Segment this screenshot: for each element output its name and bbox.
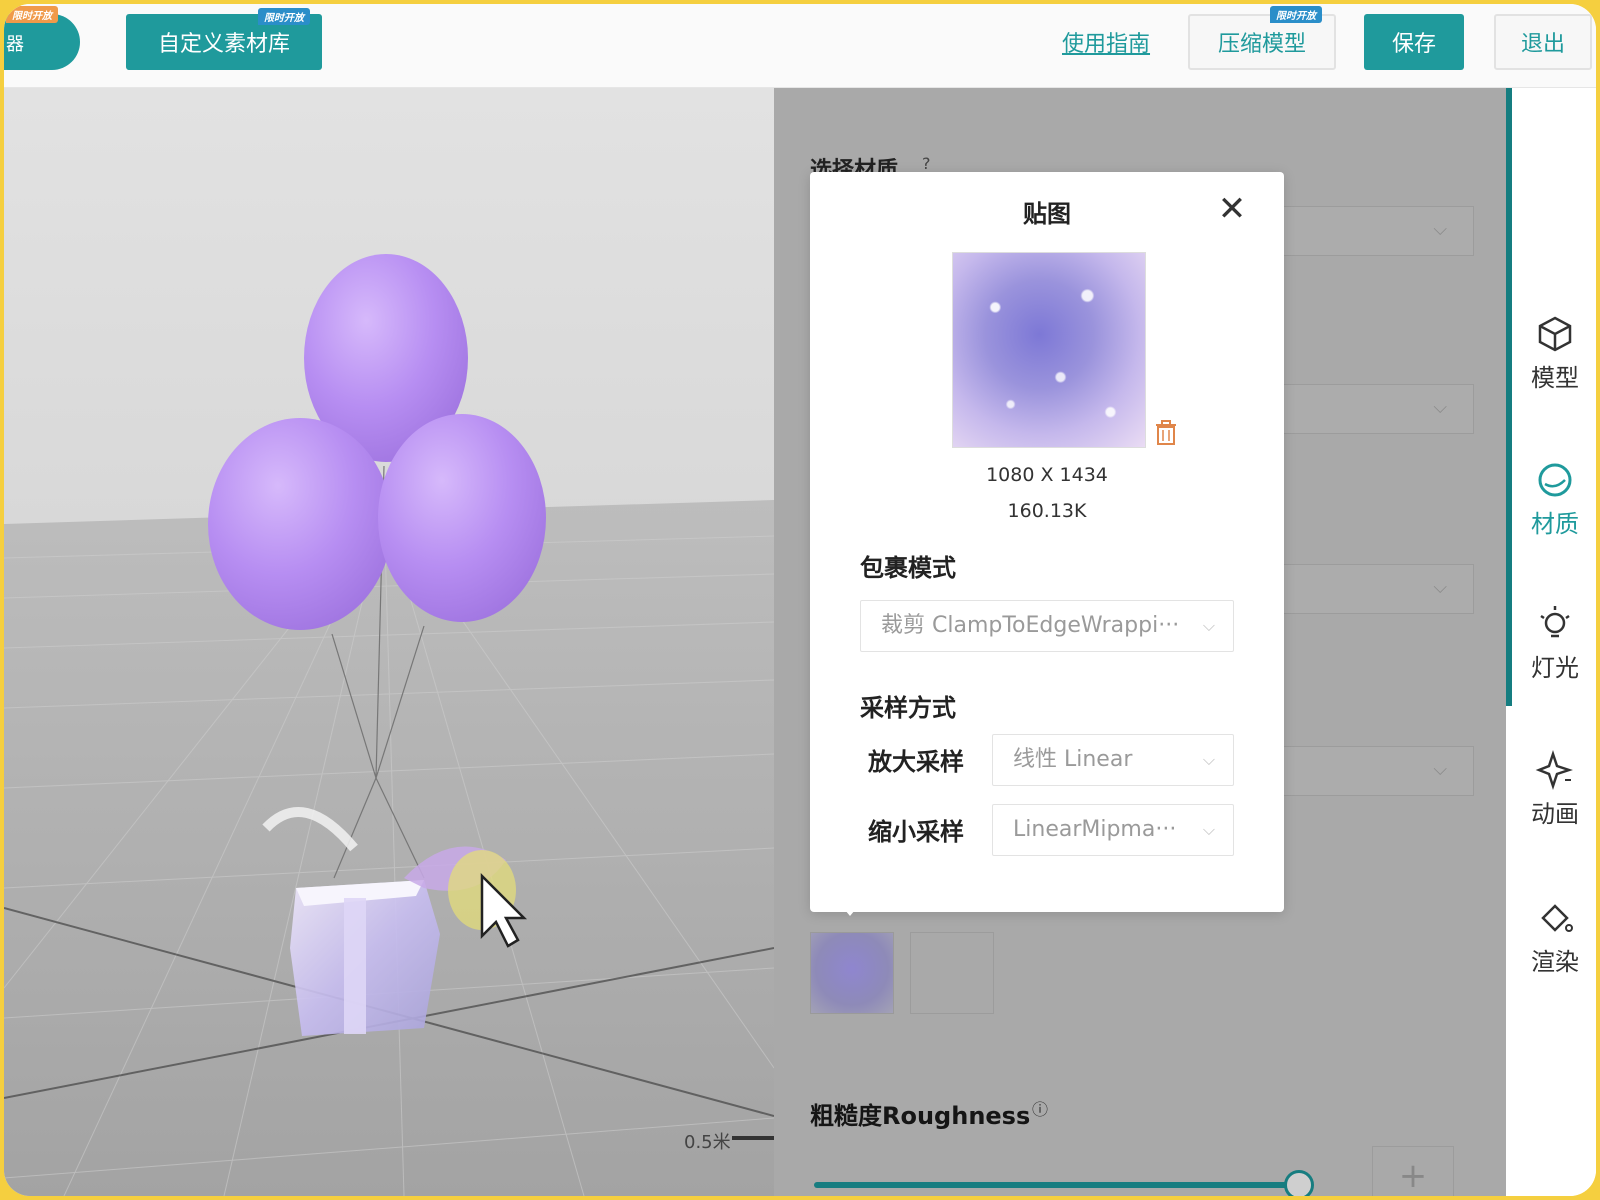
compress-model-label: 压缩模型 <box>1217 32 1306 57</box>
3d-viewport[interactable]: 0.5米 <box>4 88 774 1196</box>
balloon-right <box>378 414 546 622</box>
texture-preview-image <box>952 252 1146 448</box>
custom-library-label: 自定义素材库 <box>157 32 290 57</box>
top-bar: 器 限时开放 自定义素材库 限时开放 使用指南 压缩模型 限时开放 保存 退出 <box>4 4 1596 88</box>
bulb-icon <box>1540 606 1570 638</box>
save-button[interactable]: 保存 <box>1364 14 1464 70</box>
sidebar-item-label: 材质 <box>1531 510 1579 538</box>
sparkle-icon <box>1535 750 1573 790</box>
chevron-down-icon: ⌵ <box>1202 750 1215 769</box>
modal-title: 贴图 <box>1023 200 1071 228</box>
modal-pointer <box>840 904 860 916</box>
sidebar-item-label: 灯光 <box>1531 654 1579 682</box>
app-frame: 器 限时开放 自定义素材库 限时开放 使用指南 压缩模型 限时开放 保存 退出 <box>4 4 1596 1196</box>
close-icon[interactable]: ✕ <box>1216 192 1248 226</box>
texture-file-size: 160.13K <box>1007 500 1087 522</box>
min-filter-select[interactable]: LinearMipma··· ⌵ <box>992 804 1234 856</box>
roughness-slider-thumb[interactable] <box>1284 1170 1314 1196</box>
roughness-slider-track[interactable] <box>814 1182 1299 1188</box>
texture-modal: 贴图 ✕ 1080 X 1434 160.13K 包裹模式 裁剪 ClampTo… <box>810 172 1284 912</box>
property-select-2[interactable] <box>1274 384 1474 434</box>
add-value-button[interactable]: + <box>1372 1146 1454 1196</box>
mag-filter-select[interactable]: 线性 Linear ⌵ <box>992 734 1234 786</box>
texture-dimensions: 1080 X 1434 <box>986 464 1108 486</box>
trash-icon[interactable] <box>1154 420 1178 446</box>
roughness-help-icon[interactable]: ⓘ <box>1032 1096 1048 1120</box>
help-icon[interactable]: ? <box>922 154 931 173</box>
min-filter-value: LinearMipma··· <box>1013 817 1177 842</box>
sidebar-item-animation[interactable]: 动画 <box>1520 750 1590 829</box>
guide-link[interactable]: 使用指南 <box>1062 26 1150 58</box>
chevron-down-icon: ⌵ <box>1202 616 1215 635</box>
mag-filter-label: 放大采样 <box>868 748 964 776</box>
chevron-down-icon: ⌵ <box>1202 820 1215 839</box>
wrap-mode-select[interactable]: 裁剪 ClampToEdgeWrappi··· ⌵ <box>860 600 1234 652</box>
sidebar-item-material[interactable]: 材质 <box>1520 460 1590 539</box>
mag-filter-value: 线性 Linear <box>1013 747 1133 772</box>
cube-icon <box>1538 316 1572 352</box>
wrap-mode-label: 包裹模式 <box>860 554 956 582</box>
exit-button[interactable]: 退出 <box>1494 14 1592 70</box>
scene-canvas[interactable] <box>4 88 774 1196</box>
sidebar-item-model[interactable]: 模型 <box>1520 314 1590 393</box>
limited-tag: 限时开放 <box>6 6 58 23</box>
custom-library-tag: 限时开放 <box>258 8 310 25</box>
paint-bucket-icon <box>1541 904 1573 932</box>
sidebar-item-label: 动画 <box>1531 800 1579 828</box>
sampling-label: 采样方式 <box>860 694 956 722</box>
sidebar-item-render[interactable]: 渲染 <box>1520 898 1590 977</box>
empty-texture-slot[interactable] <box>910 932 994 1014</box>
material-icon <box>1538 463 1572 497</box>
min-filter-label: 缩小采样 <box>868 818 964 846</box>
roughness-label: 粗糙度Roughness <box>810 1102 1031 1130</box>
property-select-3[interactable] <box>1274 564 1474 614</box>
scale-label: 0.5米 <box>684 1132 731 1153</box>
texture-thumbnail[interactable] <box>810 932 894 1014</box>
wrap-mode-value: 裁剪 ClampToEdgeWrappi··· <box>881 613 1180 638</box>
left-menu-label: 器 <box>6 34 24 55</box>
exit-label: 退出 <box>1520 32 1565 57</box>
save-label: 保存 <box>1391 32 1436 57</box>
property-select-4[interactable] <box>1274 746 1474 796</box>
sidebar-item-label: 渲染 <box>1531 948 1579 976</box>
compress-tag: 限时开放 <box>1270 6 1322 23</box>
ground-plane <box>4 500 774 1196</box>
sidebar-item-light[interactable]: 灯光 <box>1520 604 1590 683</box>
balloon-left <box>208 418 392 630</box>
material-select[interactable] <box>1274 206 1474 256</box>
sidebar-item-label: 模型 <box>1531 364 1579 392</box>
